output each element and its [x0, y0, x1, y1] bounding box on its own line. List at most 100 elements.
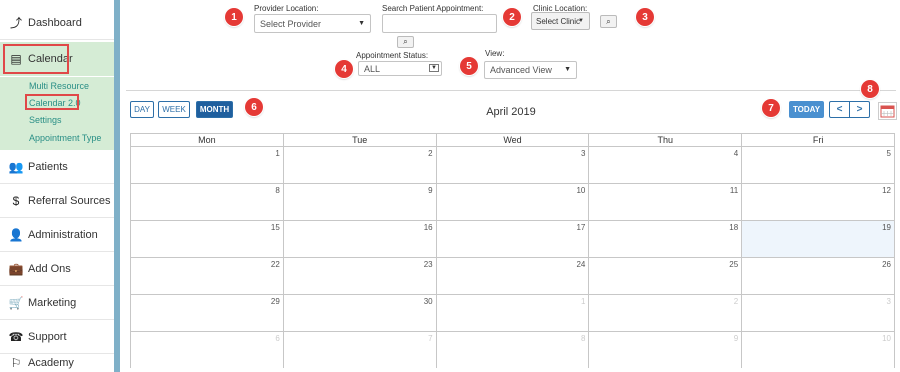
dropdown-caret-icon: ▼ [564, 66, 571, 73]
view-day-button[interactable]: DAY [130, 101, 154, 118]
view-select[interactable]: Advanced View ▼ [484, 61, 577, 79]
dropdown-caret-icon: ▼ [578, 18, 584, 24]
cart-icon: 🛒 [8, 295, 24, 310]
day-cell[interactable]: 4 [589, 147, 743, 183]
day-cell[interactable]: 18 [589, 221, 743, 257]
day-cell-other-month[interactable]: 9 [589, 332, 743, 368]
sidebar-item-label: Dashboard [28, 16, 82, 29]
day-cell[interactable]: 9 [284, 184, 437, 220]
sidebar-item-referral-sources[interactable]: $ Referral Sources [0, 184, 114, 218]
day-cell[interactable]: 24 [437, 258, 590, 294]
provider-location-value: Select Provider [260, 18, 322, 29]
callout-badge-4: 4 [335, 60, 353, 78]
day-number: 16 [423, 223, 433, 232]
callout-badge-5: 5 [460, 57, 478, 75]
day-cell[interactable]: 3 [437, 147, 590, 183]
day-number: 15 [270, 223, 280, 232]
day-number: 3 [886, 297, 891, 306]
academy-icon: ⚐ [10, 356, 22, 370]
day-cell[interactable]: 29 [131, 295, 284, 331]
day-cell[interactable]: 15 [131, 221, 284, 257]
day-number: 22 [270, 260, 280, 269]
day-number: 6 [275, 334, 280, 343]
day-cell-other-month[interactable]: 7 [284, 332, 437, 368]
callout-badge-3: 3 [636, 8, 654, 26]
search-appointment-input[interactable] [382, 14, 497, 33]
phone-icon: ☎ [8, 329, 24, 344]
day-cell[interactable]: 25 [589, 258, 743, 294]
sidebar-item-academy[interactable]: ⚐ Academy [0, 354, 114, 372]
week-row: 22 23 24 25 26 [131, 257, 895, 294]
day-cell[interactable]: 1 [131, 147, 284, 183]
week-row: 1 2 3 4 5 [131, 146, 895, 183]
callout-badge-2: 2 [503, 8, 521, 26]
view-month-button[interactable]: MONTH [196, 101, 233, 118]
sidebar-item-support[interactable]: ☎ Support [0, 320, 114, 354]
day-cell-other-month[interactable]: 2 [589, 295, 743, 331]
appointment-status-select[interactable]: ALL ▼ [358, 61, 442, 76]
clinic-location-select[interactable]: Select Clinic ▼ [531, 12, 590, 30]
provider-location-label: Provider Location: [254, 4, 319, 13]
day-cell-today[interactable]: 19 [742, 221, 895, 257]
week-row: 8 9 10 11 12 [131, 183, 895, 220]
prev-month-button[interactable]: < [829, 101, 850, 118]
sidebar-item-label: Support [28, 330, 67, 343]
day-cell[interactable]: 26 [742, 258, 895, 294]
day-number: 17 [576, 223, 586, 232]
view-value: Advanced View [490, 65, 552, 75]
view-week-button[interactable]: WEEK [158, 101, 190, 118]
day-cell[interactable]: 8 [131, 184, 284, 220]
toolbar-divider [126, 90, 896, 91]
search-appointment-label: Search Patient Appointment: [382, 4, 484, 13]
weekday-header-row: Mon Tue Wed Thu Fri [131, 134, 895, 146]
day-cell-other-month[interactable]: 8 [437, 332, 590, 368]
clinic-search-button[interactable]: ⌕ [600, 15, 617, 28]
day-cell[interactable]: 12 [742, 184, 895, 220]
day-number: 30 [423, 297, 433, 306]
day-cell-other-month[interactable]: 10 [742, 332, 895, 368]
sidebar-item-administration[interactable]: 👤 Administration [0, 218, 114, 252]
search-appointment-button[interactable]: ⌕ [397, 36, 414, 48]
calendar-picker-button[interactable] [878, 102, 897, 120]
day-cell-other-month[interactable]: 1 [437, 295, 590, 331]
clinic-location-value: Select Clinic [536, 16, 581, 26]
day-number: 10 [882, 334, 891, 343]
calendar-submenu: Multi Resource Calendar 2.0 Settings App… [0, 77, 114, 150]
calendar-2-highlight-box [25, 94, 79, 110]
callout-badge-6: 6 [245, 98, 263, 116]
day-cell[interactable]: 16 [284, 221, 437, 257]
day-number: 23 [423, 260, 433, 269]
today-button[interactable]: TODAY [789, 101, 824, 118]
provider-location-select[interactable]: Select Provider ▼ [254, 14, 371, 33]
sidebar-item-add-ons[interactable]: 💼 Add Ons [0, 252, 114, 286]
day-number: 11 [729, 186, 739, 195]
week-row: 29 30 1 2 3 [131, 294, 895, 331]
day-cell[interactable]: 23 [284, 258, 437, 294]
sidebar-item-patients[interactable]: 👥 Patients [0, 150, 114, 184]
search-icon: ⌕ [403, 37, 408, 46]
sidebar-item-marketing[interactable]: 🛒 Marketing [0, 286, 114, 320]
weekday-header: Thu [589, 134, 743, 146]
day-cell[interactable]: 5 [742, 147, 895, 183]
sidebar-scrollbar[interactable] [114, 0, 120, 372]
day-cell[interactable]: 17 [437, 221, 590, 257]
day-cell[interactable]: 2 [284, 147, 437, 183]
view-label: View: [485, 49, 505, 58]
day-cell[interactable]: 11 [589, 184, 743, 220]
submenu-item-multi-resource[interactable]: Multi Resource [29, 81, 89, 91]
sidebar-item-dashboard[interactable]: ⤴ Dashboard [0, 6, 114, 40]
submenu-item-appointment-type[interactable]: Appointment Type [29, 133, 101, 143]
day-number: 7 [428, 334, 433, 343]
next-month-button[interactable]: > [849, 101, 870, 118]
submenu-item-settings[interactable]: Settings [29, 115, 62, 125]
day-number: 1 [580, 297, 586, 306]
day-number: 9 [733, 334, 739, 343]
day-cell-other-month[interactable]: 6 [131, 332, 284, 368]
day-cell[interactable]: 22 [131, 258, 284, 294]
day-cell[interactable]: 10 [437, 184, 590, 220]
day-cell[interactable]: 30 [284, 295, 437, 331]
day-number: 4 [733, 149, 739, 158]
callout-badge-8: 8 [861, 80, 879, 98]
briefcase-icon: 💼 [8, 261, 24, 276]
day-cell-other-month[interactable]: 3 [742, 295, 895, 331]
